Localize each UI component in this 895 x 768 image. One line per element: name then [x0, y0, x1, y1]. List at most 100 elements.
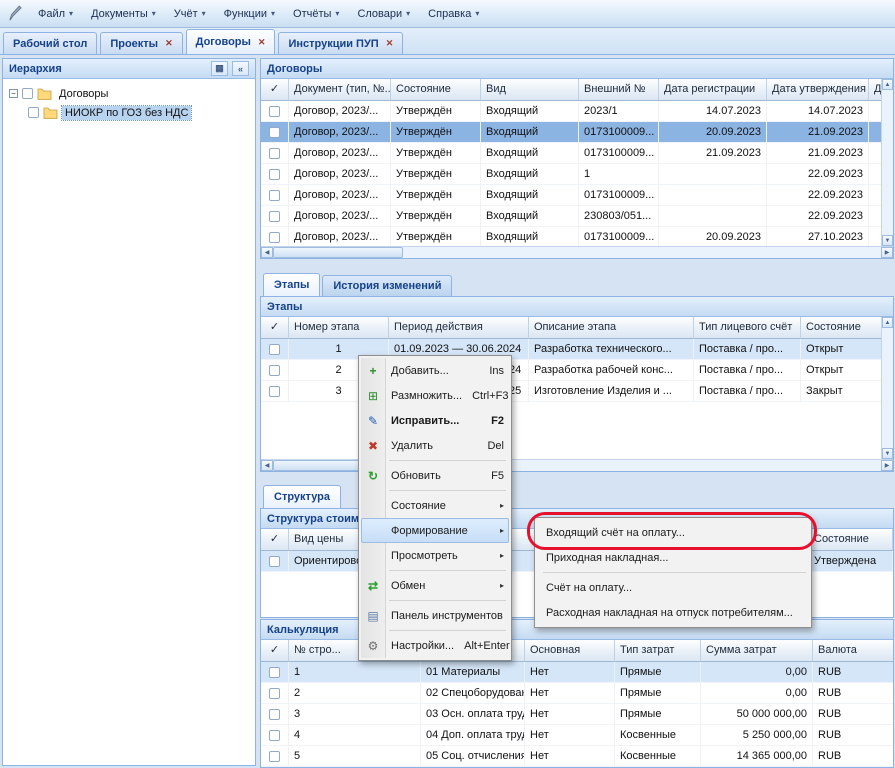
menu-item[interactable]: Просмотреть▸ — [361, 543, 509, 568]
row-checkbox[interactable] — [269, 127, 280, 138]
menu-item[interactable]: Счёт на оплату... — [537, 575, 809, 600]
scroll-right-icon[interactable]: ▶ — [881, 247, 893, 258]
row-checkbox[interactable] — [269, 688, 280, 699]
row-checkbox[interactable] — [269, 709, 280, 720]
scroll-up-icon[interactable]: ▲ — [882, 79, 893, 90]
tab-rabochiy-stol[interactable]: Рабочий стол — [3, 32, 97, 54]
scrollbar-track[interactable] — [882, 328, 893, 448]
tab-close-icon[interactable]: ✕ — [165, 38, 173, 49]
tree-checkbox[interactable] — [22, 88, 33, 99]
vertical-scrollbar[interactable]: ▲ ▼ — [881, 317, 893, 459]
tab-etapy[interactable]: Этапы — [263, 273, 320, 296]
scroll-down-icon[interactable]: ▼ — [882, 235, 893, 246]
column-header[interactable]: Период действия — [389, 317, 529, 339]
column-header[interactable]: ✓ — [261, 529, 289, 551]
column-header[interactable]: ✓ — [261, 640, 289, 662]
table-row[interactable]: 202 СпецоборудованиеНетПрямые0,00RUB — [261, 683, 893, 704]
column-header[interactable]: ✓ — [261, 317, 289, 339]
tree-node-niokr[interactable]: НИОКР по ГОЗ без НДС — [6, 103, 252, 122]
menubar-item[interactable]: Учёт▾ — [166, 4, 214, 24]
column-header[interactable]: Вид — [481, 79, 579, 101]
row-checkbox[interactable] — [269, 169, 280, 180]
tree-checkbox[interactable] — [28, 107, 39, 118]
scroll-left-icon[interactable]: ◀ — [261, 460, 273, 471]
tab-istoriya-izmeneniy[interactable]: История изменений — [322, 275, 452, 296]
row-checkbox[interactable] — [269, 106, 280, 117]
menu-item[interactable]: ⚙Настройки...Alt+Enter — [361, 633, 509, 658]
table-row[interactable]: Договор, 2023/...УтверждёнВходящий2023/1… — [261, 101, 893, 122]
table-row[interactable]: Договор, 2023/...УтверждёнВходящий122.09… — [261, 164, 893, 185]
column-header[interactable]: Сумма затрат — [701, 640, 813, 662]
horizontal-scrollbar[interactable]: ◀ ▶ — [261, 246, 893, 258]
table-row[interactable]: 303 Осн. оплата трудаНетПрямые50 000 000… — [261, 704, 893, 725]
column-header[interactable]: Тип затрат — [615, 640, 701, 662]
table-row[interactable]: Договор, 2023/...УтверждёнВходящий017310… — [261, 143, 893, 164]
column-header[interactable]: Номер этапа — [289, 317, 389, 339]
tab-proekty[interactable]: Проекты ✕ — [100, 32, 182, 54]
row-checkbox[interactable] — [269, 365, 280, 376]
scrollbar-track[interactable] — [882, 90, 893, 235]
menu-item[interactable]: ✎Исправить...F2 — [361, 408, 509, 433]
menu-item[interactable]: ⊞Размножить...Ctrl+F3 — [361, 383, 509, 408]
column-header[interactable]: Валюта — [813, 640, 893, 662]
column-header[interactable]: Состояние — [809, 529, 893, 551]
table-row[interactable]: Договор, 2023/...УтверждёнВходящий017310… — [261, 185, 893, 206]
scroll-down-icon[interactable]: ▼ — [882, 448, 893, 459]
column-header[interactable]: Внешний № — [579, 79, 659, 101]
tab-struktura[interactable]: Структура — [263, 485, 341, 508]
collapse-panel-icon[interactable]: « — [232, 61, 249, 76]
column-header[interactable]: Тип лицевого счёт — [694, 317, 801, 339]
menu-item[interactable]: ✖УдалитьDel — [361, 433, 509, 458]
column-header[interactable]: Основная — [525, 640, 615, 662]
tab-close-icon[interactable]: ✕ — [258, 37, 266, 48]
menubar-item[interactable]: Справка▾ — [420, 4, 487, 24]
table-row[interactable]: Договор, 2023/...УтверждёнВходящий230803… — [261, 206, 893, 227]
column-header[interactable]: ✓ — [261, 79, 289, 101]
row-checkbox[interactable] — [269, 148, 280, 159]
column-header[interactable]: Документ (тип, №... — [289, 79, 391, 101]
menu-item[interactable]: Состояние▸ — [361, 493, 509, 518]
menu-item[interactable]: ⇄Обмен▸ — [361, 573, 509, 598]
column-header[interactable]: Дата регистрации — [659, 79, 767, 101]
menu-item[interactable]: +Добавить...Ins — [361, 358, 509, 383]
table-row[interactable]: Договор, 2023/...УтверждёнВходящий017310… — [261, 227, 893, 246]
table-row[interactable]: 101 МатериалыНетПрямые0,00RUB — [261, 662, 893, 683]
menubar-item[interactable]: Документы▾ — [83, 4, 164, 24]
tab-close-icon[interactable]: ✕ — [386, 38, 394, 49]
row-checkbox[interactable] — [269, 211, 280, 222]
collapse-icon[interactable]: − — [9, 89, 18, 98]
row-checkbox[interactable] — [269, 556, 280, 567]
table-row[interactable]: Договор, 2023/...УтверждёнВходящий017310… — [261, 122, 893, 143]
table-row[interactable]: 301.01.2025 — 30.06.2025Изготовление Изд… — [261, 381, 893, 402]
tab-instrukcii-pup[interactable]: Инструкции ПУП ✕ — [278, 32, 403, 54]
scroll-left-icon[interactable]: ◀ — [261, 247, 273, 258]
row-checkbox[interactable] — [269, 386, 280, 397]
menubar-item[interactable]: Функции▾ — [216, 4, 283, 24]
menubar-item[interactable]: Словари▾ — [349, 4, 418, 24]
menu-item[interactable]: ▤Панель инструментов — [361, 603, 509, 628]
menu-item[interactable]: Расходная накладная на отпуск потребител… — [537, 600, 809, 625]
horizontal-scrollbar[interactable]: ◀ ▶ — [261, 459, 893, 471]
menubar-item[interactable]: Отчёты▾ — [285, 4, 347, 24]
table-row[interactable]: 505 Соц. отчисленияНетКосвенные14 365 00… — [261, 746, 893, 767]
menu-item[interactable]: Формирование▸ — [361, 518, 509, 543]
menu-item[interactable]: Входящий счёт на оплату... — [537, 520, 809, 545]
column-header[interactable]: Дата утверждения — [767, 79, 869, 101]
row-checkbox[interactable] — [269, 232, 280, 243]
row-checkbox[interactable] — [269, 751, 280, 762]
hierarchy-settings-icon[interactable]: ▦ — [211, 61, 228, 76]
table-row[interactable]: 101.09.2023 — 30.06.2024Разработка техни… — [261, 339, 893, 360]
scroll-up-icon[interactable]: ▲ — [882, 317, 893, 328]
row-checkbox[interactable] — [269, 190, 280, 201]
scrollbar-thumb[interactable] — [273, 247, 403, 258]
scroll-right-icon[interactable]: ▶ — [881, 460, 893, 471]
menu-item[interactable]: ↻ОбновитьF5 — [361, 463, 509, 488]
tab-dogovory[interactable]: Договоры ✕ — [186, 29, 276, 54]
scrollbar-track[interactable] — [403, 247, 881, 258]
column-header[interactable]: Состояние — [801, 317, 885, 339]
table-row[interactable]: 404 Доп. оплата трудаНетКосвенные5 250 0… — [261, 725, 893, 746]
row-checkbox[interactable] — [269, 730, 280, 741]
tree-node-dogovory[interactable]: − Договоры — [6, 84, 252, 103]
column-header[interactable]: Состояние — [391, 79, 481, 101]
row-checkbox[interactable] — [269, 344, 280, 355]
